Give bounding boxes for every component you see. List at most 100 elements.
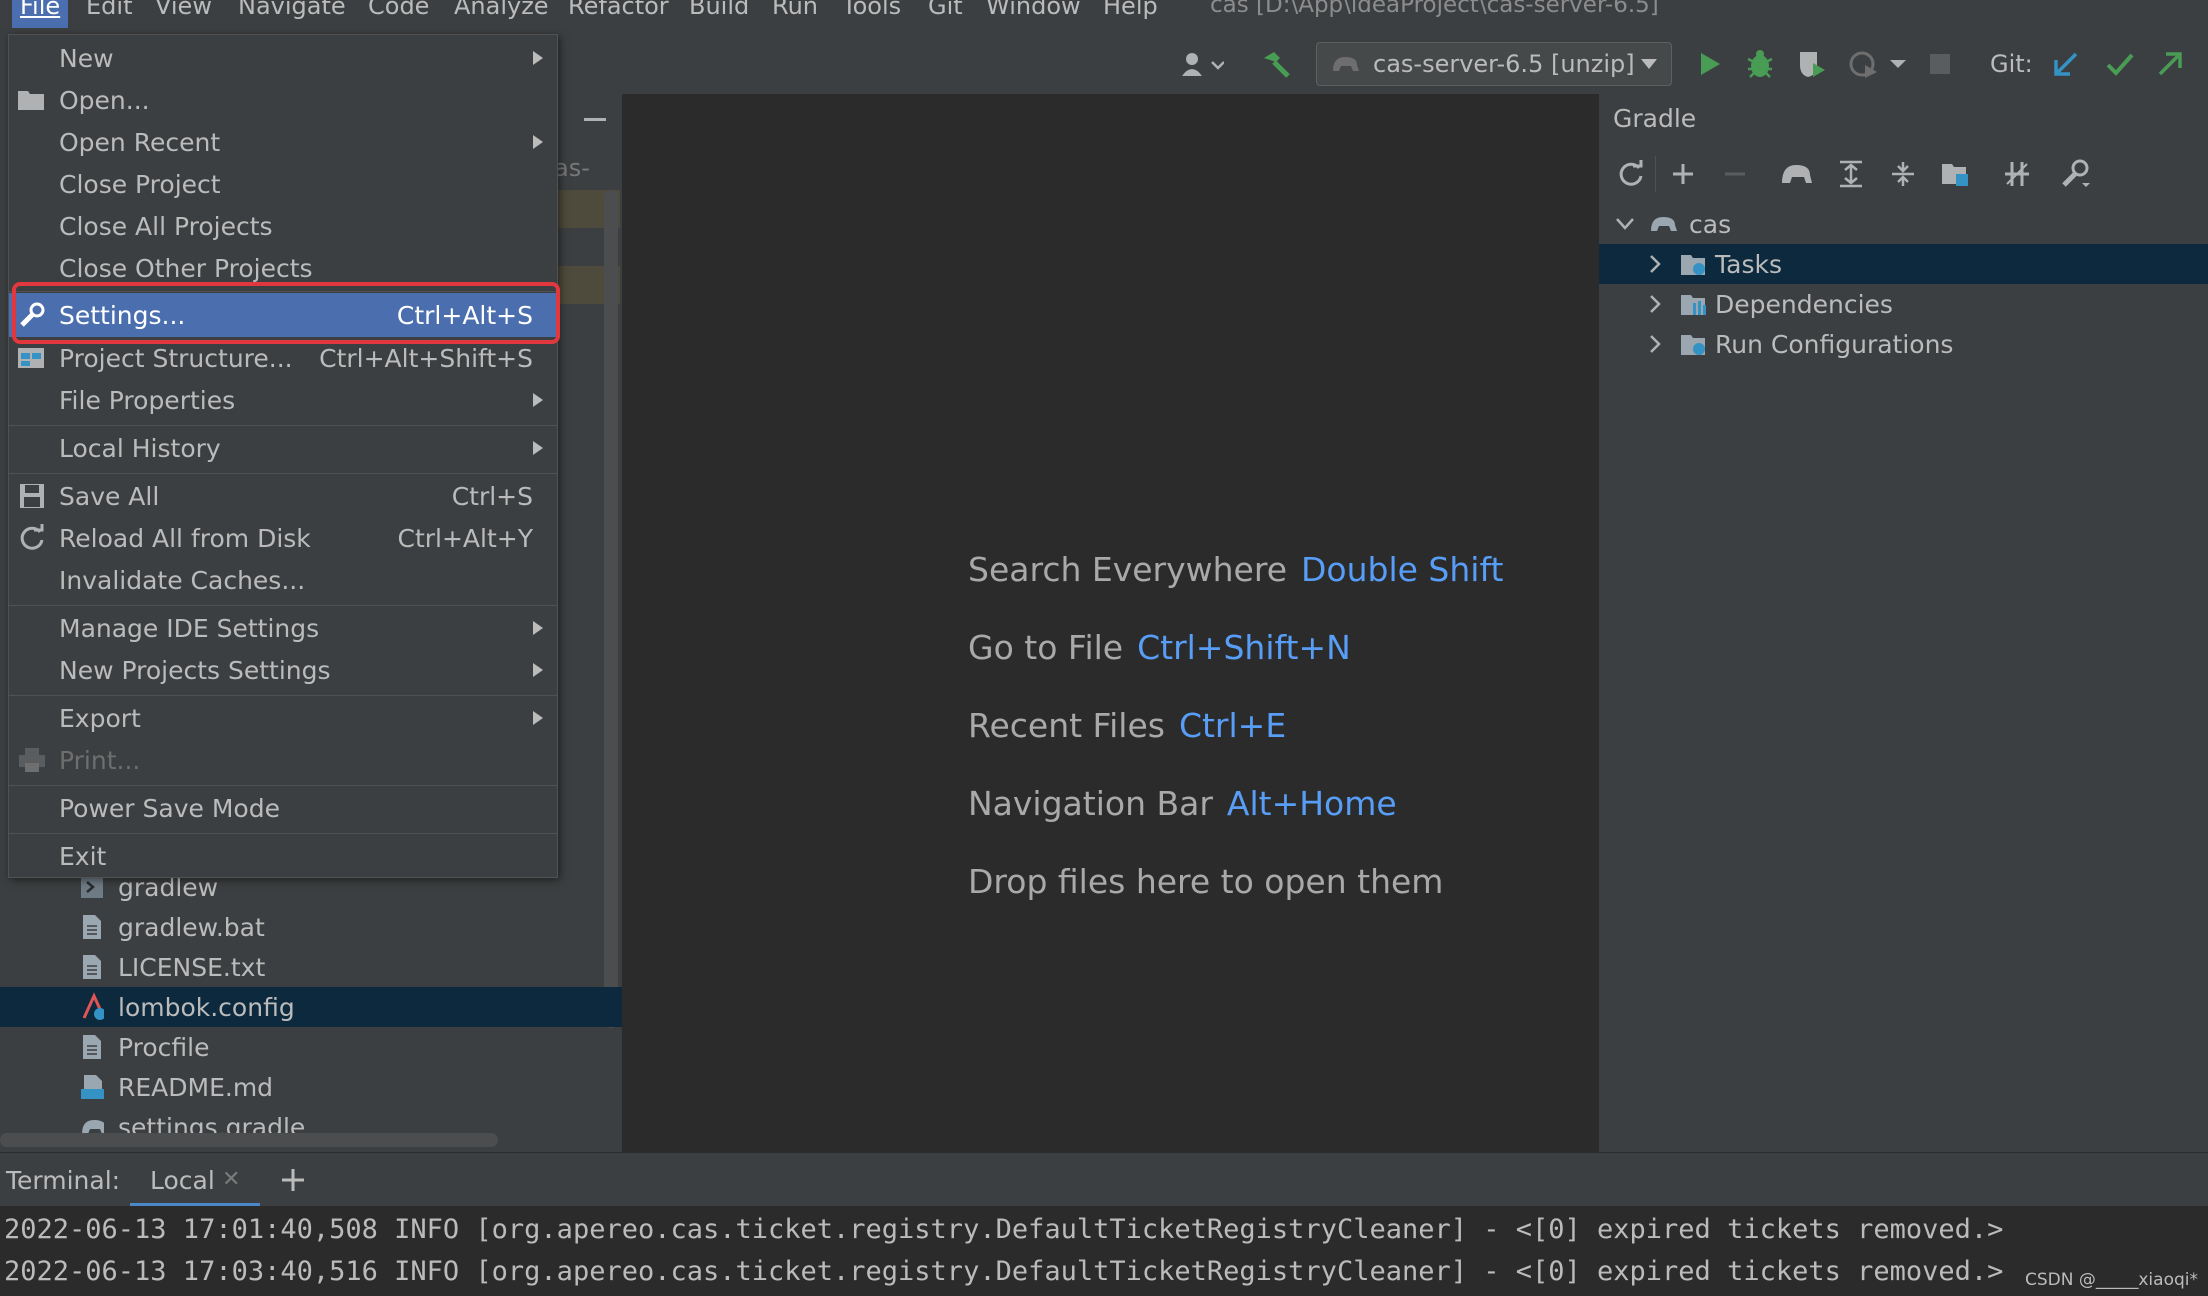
gradle-node-run-configurations[interactable]: Run Configurations — [1599, 324, 2208, 364]
menu-window[interactable]: Window — [986, 0, 1081, 20]
menu-item-invalidate-caches[interactable]: Invalidate Caches... — [9, 559, 557, 601]
menu-run[interactable]: Run — [772, 0, 818, 20]
toggle-offline-icon[interactable] — [1997, 154, 2037, 194]
run-icon[interactable] — [1690, 44, 1730, 84]
tree-item-label: README.md — [118, 1072, 274, 1102]
menu-item-shortcut: Ctrl+Alt+Shift+S — [319, 343, 533, 373]
tree-item-gradlew-bat[interactable]: gradlew.bat — [0, 907, 622, 947]
log-line: 2022-06-13 17:03:40,516 INFO [org.apereo… — [4, 1256, 2004, 1287]
gradle-node-dependencies[interactable]: Dependencies — [1599, 284, 2208, 324]
user-icon[interactable] — [1176, 44, 1228, 84]
profiler-icon[interactable] — [1844, 44, 1884, 84]
hint-shortcut: Double Shift — [1301, 550, 1504, 589]
submenu-arrow-icon — [533, 621, 543, 635]
tree-item-lombok-config[interactable]: lombok.config — [0, 987, 622, 1027]
expand-all-icon[interactable] — [1831, 154, 1871, 194]
menu-item-open-recent[interactable]: Open Recent — [9, 121, 557, 163]
group-modules-icon[interactable] — [1935, 154, 1975, 194]
build-hammer-icon[interactable] — [1256, 44, 1296, 84]
dependencies-folder-icon — [1679, 291, 1709, 317]
menu-item-label: Print... — [59, 745, 141, 775]
file-menu-dropdown: New Open... Open Recent Close Project Cl… — [8, 34, 558, 878]
collapse-all-icon[interactable] — [1883, 154, 1923, 194]
terminal-tab-local[interactable]: Local ✕ — [130, 1153, 260, 1207]
log-line: 2022-06-13 17:01:40,508 INFO [org.apereo… — [4, 1214, 2004, 1245]
menu-item-close-all-projects[interactable]: Close All Projects — [9, 205, 557, 247]
hint-text: Go to File — [968, 628, 1124, 667]
menu-navigate[interactable]: Navigate — [238, 0, 346, 20]
tree-item-procfile[interactable]: Procfile — [0, 1027, 622, 1067]
menu-separator — [9, 833, 557, 834]
menu-item-label: Exit — [59, 841, 107, 871]
gradle-root-label: cas — [1689, 209, 1732, 239]
menu-item-open[interactable]: Open... — [9, 79, 557, 121]
coverage-icon[interactable] — [1792, 44, 1832, 84]
git-update-icon[interactable] — [2046, 44, 2086, 84]
tasks-folder-icon — [1679, 251, 1709, 277]
menu-git[interactable]: Git — [928, 0, 963, 20]
menu-item-file-properties[interactable]: File Properties — [9, 379, 557, 421]
menu-item-power-save-mode[interactable]: Power Save Mode — [9, 787, 557, 829]
toolbar-divider — [1655, 156, 1656, 192]
hint-text: Search Everywhere — [968, 550, 1287, 589]
menu-build[interactable]: Build — [689, 0, 749, 20]
more-run-options-chevron-icon[interactable] — [1884, 44, 1912, 84]
menu-item-new-projects-settings[interactable]: New Projects Settings — [9, 649, 557, 691]
add-icon[interactable] — [1663, 154, 1703, 194]
menu-item-print: Print... — [9, 739, 557, 781]
menu-item-export[interactable]: Export — [9, 697, 557, 739]
menu-item-label: Power Save Mode — [59, 793, 280, 823]
tree-item-label: LICENSE.txt — [118, 952, 266, 982]
menu-item-label: Close Other Projects — [59, 253, 313, 283]
menu-item-reload-all[interactable]: Reload All from Disk Ctrl+Alt+Y — [9, 517, 557, 559]
hint-search-everywhere: Search Everywhere Double Shift — [968, 550, 1503, 589]
menu-item-label: File Properties — [59, 385, 236, 415]
menu-item-save-all[interactable]: Save All Ctrl+S — [9, 475, 557, 517]
close-icon[interactable]: ✕ — [222, 1167, 240, 1192]
gradle-root-cas[interactable]: cas — [1599, 204, 2208, 244]
gradle-node-tasks[interactable]: Tasks — [1599, 244, 2208, 284]
gradle-node-label: Dependencies — [1715, 289, 1893, 319]
editor-empty-area[interactable] — [624, 94, 1598, 1152]
gradle-node-label: Tasks — [1715, 249, 1782, 279]
menu-item-shortcut: Ctrl+S — [451, 481, 533, 511]
hint-drop-files: Drop files here to open them — [968, 862, 1443, 901]
menu-item-new[interactable]: New — [9, 37, 557, 79]
menu-item-manage-ide-settings[interactable]: Manage IDE Settings — [9, 607, 557, 649]
menu-item-label: New — [59, 43, 114, 73]
chevron-right-icon — [1649, 334, 1665, 354]
minimize-icon[interactable] — [584, 118, 606, 121]
reload-icon[interactable] — [1611, 154, 1651, 194]
run-configuration-select[interactable]: cas-server-6.5 [unzip] — [1316, 42, 1672, 86]
menu-item-close-project[interactable]: Close Project — [9, 163, 557, 205]
menu-item-label: Save All — [59, 481, 160, 511]
menu-item-local-history[interactable]: Local History — [9, 427, 557, 469]
config-icon — [80, 992, 104, 1020]
menu-item-exit[interactable]: Exit — [9, 835, 557, 877]
menu-edit[interactable]: Edit — [86, 0, 132, 20]
gradle-panel-title: Gradle — [1613, 104, 1697, 133]
debug-bug-icon[interactable] — [1740, 44, 1780, 84]
menu-item-label: Open Recent — [59, 127, 221, 157]
submenu-arrow-icon — [533, 51, 543, 65]
menu-tools[interactable]: Tools — [842, 0, 901, 20]
menu-file[interactable]: File — [12, 0, 69, 28]
menu-bar: File Edit View Navigate Code Analyze Ref… — [0, 0, 2208, 34]
menu-analyze[interactable]: Analyze — [454, 0, 549, 20]
git-push-icon[interactable] — [2150, 44, 2190, 84]
terminal-output[interactable]: 2022-06-13 17:01:40,508 INFO [org.apereo… — [0, 1206, 2208, 1296]
menu-refactor[interactable]: Refactor — [568, 0, 669, 20]
terminal-label: Terminal: — [6, 1166, 121, 1195]
menu-help[interactable]: Help — [1103, 0, 1158, 20]
stop-icon[interactable] — [1920, 44, 1960, 84]
tree-item-readme[interactable]: README.md — [0, 1067, 622, 1107]
gradle-elephant-icon[interactable] — [1777, 154, 1817, 194]
git-commit-check-icon[interactable] — [2100, 44, 2140, 84]
new-terminal-add-icon[interactable] — [278, 1165, 308, 1195]
gradle-settings-wrench-icon[interactable] — [2055, 154, 2095, 194]
project-horizontal-scrollbar[interactable] — [0, 1133, 498, 1147]
tree-item-license[interactable]: LICENSE.txt — [0, 947, 622, 987]
menu-view[interactable]: View — [155, 0, 212, 20]
remove-icon[interactable] — [1715, 154, 1755, 194]
menu-code[interactable]: Code — [368, 0, 429, 20]
